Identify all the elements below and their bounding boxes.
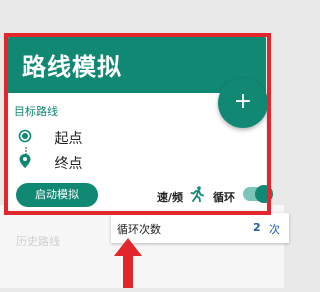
destination-row[interactable]: 终点 (18, 153, 82, 173)
loop-count-unit: 次 (269, 223, 280, 236)
loop-toggle[interactable] (243, 185, 273, 203)
target-route-label: 目标路线 (14, 105, 58, 118)
origin-row[interactable]: 起点 (18, 128, 82, 148)
route-simulation-card: 路线模拟 + 目标路线 起点 终点 启动模拟 速/频 循环 (8, 35, 273, 209)
arrow-up-icon (108, 238, 148, 292)
page-title: 路线模拟 (22, 53, 122, 81)
speed-frequency-label[interactable]: 速/频 (157, 189, 183, 205)
location-pin-icon (18, 153, 38, 173)
start-simulation-button[interactable]: 启动模拟 (16, 183, 98, 207)
loop-label: 循环 (213, 191, 235, 204)
loop-count-value[interactable]: 2 (253, 221, 261, 234)
destination-label: 终点 (54, 156, 83, 172)
origin-label: 起点 (54, 131, 83, 147)
radio-origin-icon (18, 129, 38, 147)
history-route-label[interactable]: 历史路线 (16, 233, 60, 249)
runner-icon[interactable] (190, 186, 204, 206)
add-route-button[interactable]: + (218, 78, 268, 128)
loop-count-label: 循环次数 (117, 223, 161, 236)
toggle-knob (255, 185, 273, 203)
plus-icon: + (233, 89, 253, 114)
